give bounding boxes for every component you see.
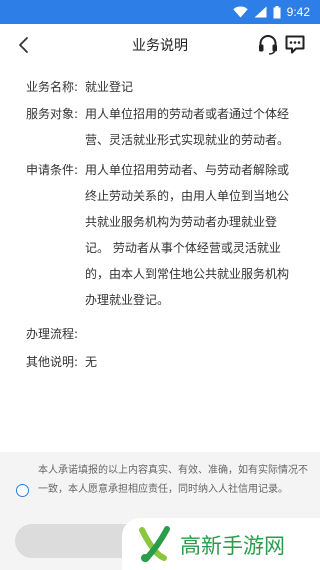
chevron-left-icon[interactable] <box>14 35 34 55</box>
service-target-label: 服务对象: <box>26 107 79 121</box>
status-time: 9:42 <box>286 5 310 19</box>
chat-bubble-icon[interactable] <box>284 33 306 55</box>
agreement-radio[interactable] <box>16 484 29 497</box>
wifi-icon <box>232 6 248 18</box>
header: 业务说明 <box>0 24 320 66</box>
watermark: 高新手游网 <box>122 518 320 570</box>
conditions-label: 申请条件: <box>26 163 79 177</box>
agreement-text: 本人承诺填报的以上内容真实、有效、准确，如有实际情况不一致，本人愿意承担相应责任… <box>38 465 308 495</box>
service-target-value: 用人单位招用的劳动者或者通过个体经营、灵活就业形式实现就业的劳动者。 <box>85 107 290 147</box>
process-label: 办理流程: <box>26 327 79 341</box>
watermark-logo-icon <box>139 526 170 562</box>
watermark-text: 高新手游网 <box>180 534 285 558</box>
other-notes-value: 无 <box>85 355 98 369</box>
battery-icon <box>273 5 281 18</box>
conditions-value: 用人单位招用劳动者、与劳动者解除或终止劳动关系的，由用人单位到当地公共就业服务机… <box>85 163 290 307</box>
headset-icon[interactable] <box>257 33 279 55</box>
business-name-label: 业务名称: <box>26 80 79 94</box>
status-icons: 9:42 <box>232 4 310 20</box>
other-notes-label: 其他说明: <box>26 355 79 369</box>
business-name-value: 就业登记 <box>85 80 134 94</box>
signal-icon <box>254 6 267 18</box>
status-bar: 9:42 <box>0 0 320 24</box>
